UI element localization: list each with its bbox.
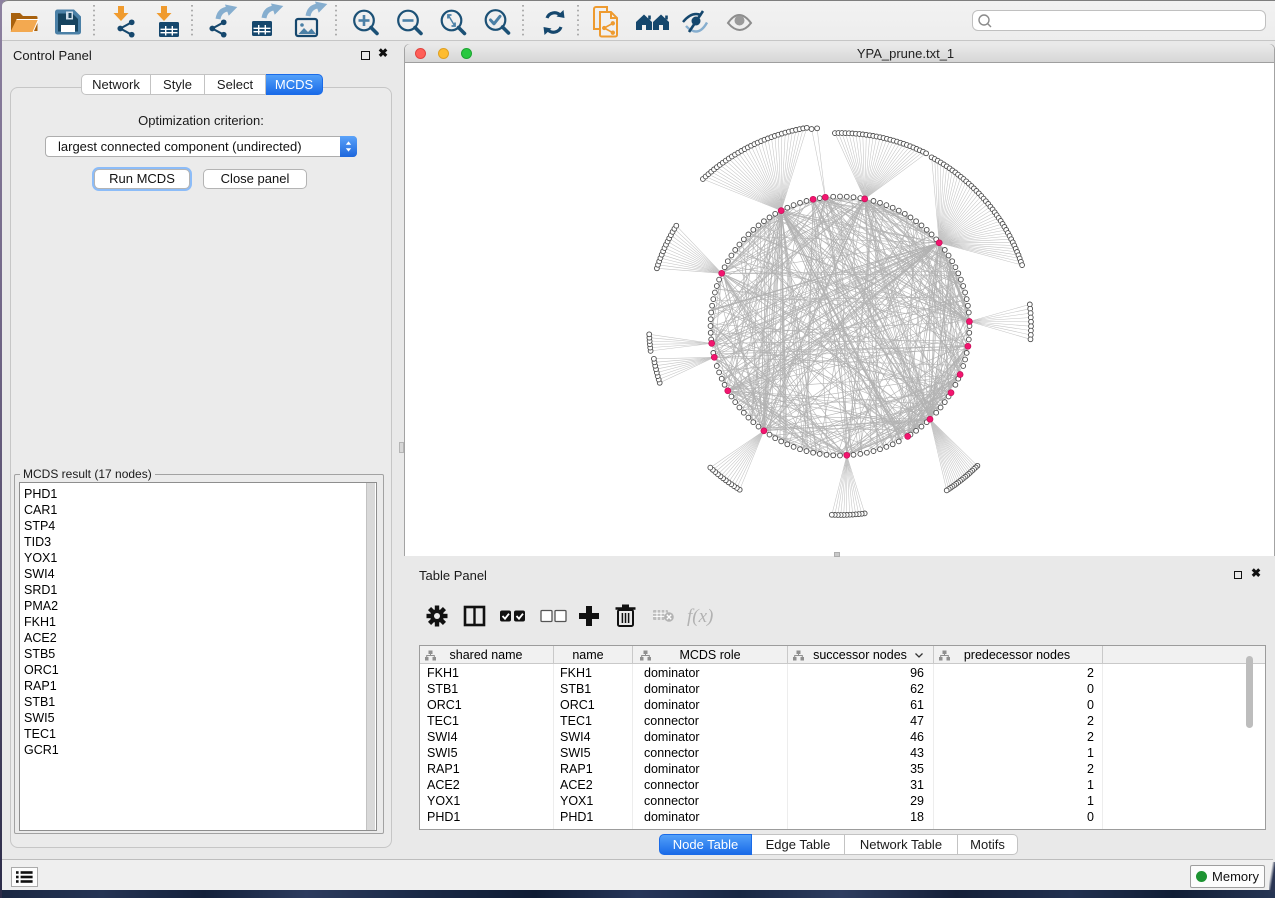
svg-text:f(x): f(x) [687,606,713,627]
